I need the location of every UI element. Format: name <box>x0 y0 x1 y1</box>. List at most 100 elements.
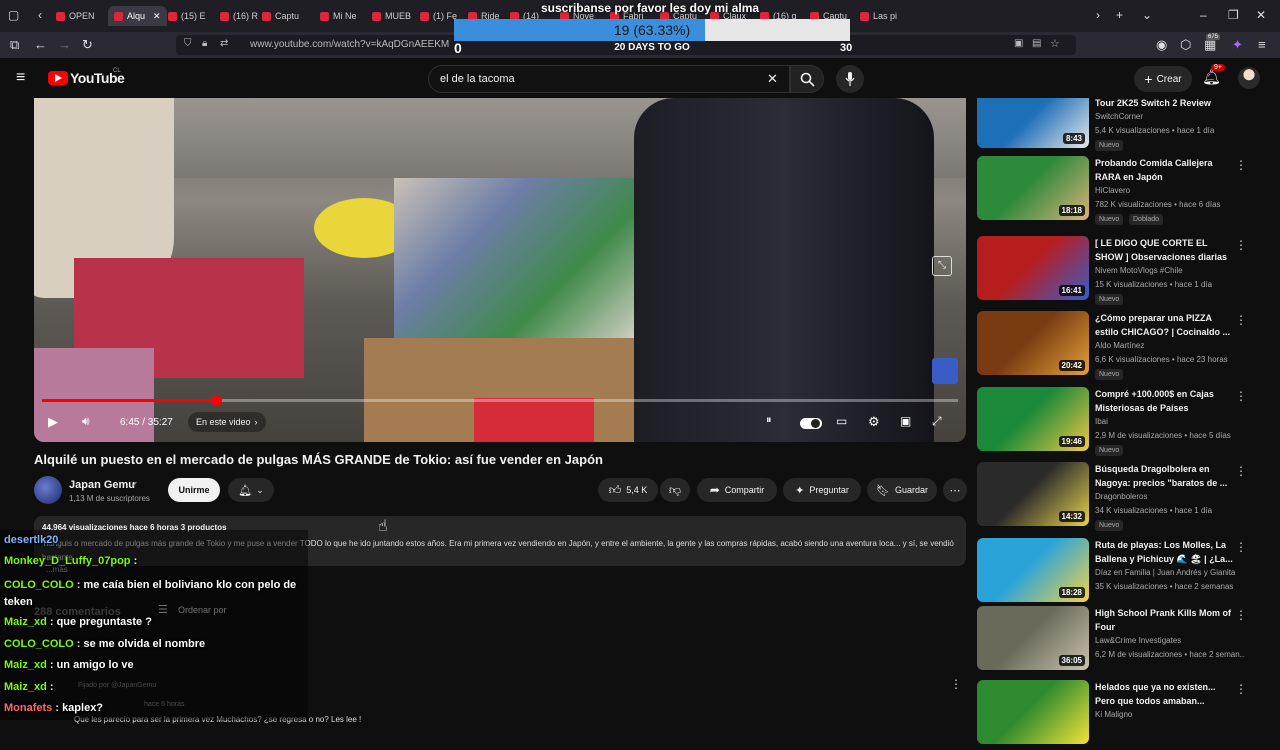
browser-tab[interactable]: (15) E <box>168 6 206 26</box>
browser-tab[interactable]: Mi Ne <box>320 6 357 26</box>
video-thumbnail[interactable]: 14:32 <box>977 462 1089 526</box>
scroll-tabs-left-icon[interactable]: ‹ <box>38 8 42 22</box>
video-thumbnail[interactable]: 16:41 <box>977 236 1089 300</box>
recommended-video-channel[interactable]: Nivem MotoVlogs #Chile <box>1095 266 1183 275</box>
recommended-video-title[interactable]: Probando Comida Callejera RARA en Japón <box>1095 156 1233 184</box>
channel-avatar[interactable] <box>34 476 62 504</box>
video-menu-icon[interactable]: ⋮ <box>1235 238 1247 252</box>
browser-tab[interactable]: Las pi <box>860 6 897 26</box>
video-menu-icon[interactable]: ⋮ <box>1235 158 1247 172</box>
search-button[interactable] <box>790 65 824 93</box>
recommended-video-title[interactable]: Compré +100.000$ en Cajas Misteriosas de… <box>1095 387 1233 415</box>
youtube-logo-icon[interactable] <box>48 71 68 85</box>
ask-button[interactable]: ✦ Preguntar <box>783 478 861 502</box>
recommended-video-channel[interactable]: HiClavero <box>1095 186 1130 195</box>
tab-list-icon[interactable]: ▢ <box>8 8 19 22</box>
back-button-icon[interactable]: ← <box>34 37 47 53</box>
save-button[interactable]: 🔖︎ Guardar <box>867 478 937 502</box>
video-thumbnail[interactable]: 18:28 <box>977 538 1089 602</box>
recommended-video-channel[interactable]: Ibai <box>1095 417 1108 426</box>
video-player[interactable]: ⤡ <box>34 98 966 442</box>
scroll-tabs-right-icon[interactable]: › <box>1096 8 1100 22</box>
recommended-video-channel[interactable]: Ki Maligno <box>1095 710 1132 719</box>
join-button[interactable]: Unirme <box>168 478 220 502</box>
recommended-video-channel[interactable]: Aldo Martínez <box>1095 341 1144 350</box>
dislike-button[interactable]: 👎︎ <box>660 478 690 502</box>
comment-menu-icon[interactable]: ⋮ <box>950 677 962 691</box>
recommended-video-channel[interactable]: Law&Crime Investigates <box>1095 636 1181 645</box>
clear-search-icon[interactable]: ✕ <box>767 71 778 87</box>
video-menu-icon[interactable]: ⋮ <box>1235 464 1247 478</box>
video-progress-scrubber[interactable] <box>211 395 223 406</box>
recommended-video[interactable]: 16:41 [ LE DIGO QUE CORTE EL SHOW ] Obser… <box>977 236 1267 306</box>
chapter-button[interactable]: En este video › <box>188 412 266 432</box>
channel-watermark-avatar[interactable] <box>932 358 958 384</box>
user-avatar[interactable] <box>1238 67 1260 89</box>
recommended-video-title[interactable]: ¿Cómo preparar una PIZZA estilo CHICAGO?… <box>1095 311 1233 339</box>
page-action-icon[interactable]: ▣ <box>1014 38 1023 49</box>
tab-overflow-chevron-icon[interactable]: ⌄ <box>1142 8 1152 22</box>
account-icon[interactable]: ◉ <box>1156 37 1167 53</box>
video-thumbnail[interactable]: 19:46 <box>977 387 1089 451</box>
recommended-video[interactable]: 18:18 Probando Comida Callejera RARA en J… <box>977 156 1267 226</box>
video-menu-icon[interactable]: ⋮ <box>1235 682 1247 696</box>
recommended-video-title[interactable]: Búsqueda Dragolbolera en Nagoya: precios… <box>1095 462 1233 490</box>
search-input[interactable]: el de la tacoma ✕ <box>428 65 790 93</box>
miniplayer-icon[interactable]: ▣ <box>900 414 911 428</box>
extensions-icon[interactable]: ⬡ <box>1180 37 1191 53</box>
recommended-video[interactable]: 8:43 Tour 2K25 Switch 2 Review SwitchCorne… <box>977 92 1267 162</box>
permissions-icon[interactable]: ⇄ <box>220 38 228 49</box>
browser-tab[interactable]: Alqu ✕ <box>108 6 167 26</box>
video-thumbnail[interactable]: 8:43 <box>977 98 1089 148</box>
recommended-video[interactable]: Helados que ya no existen... Pero que to… <box>977 680 1267 750</box>
reload-button-icon[interactable]: ↻ <box>82 37 93 53</box>
extension-purple-icon[interactable]: ✦ <box>1232 37 1243 53</box>
video-menu-icon[interactable]: ⋮ <box>1235 608 1247 622</box>
video-thumbnail[interactable]: 36:05 <box>977 606 1089 670</box>
recommended-video[interactable]: 14:32 Búsqueda Dragolbolera en Nagoya: pr… <box>977 462 1267 532</box>
new-tab-icon[interactable]: + <box>1116 8 1123 22</box>
recommended-video-title[interactable]: Tour 2K25 Switch 2 Review <box>1095 96 1233 110</box>
play-icon[interactable]: ▶ <box>48 414 58 430</box>
video-menu-icon[interactable]: ⋮ <box>1235 313 1247 327</box>
recommended-video-channel[interactable]: Díaz en Familia | Juan Andrés y Gianita <box>1095 568 1235 577</box>
video-thumbnail[interactable]: 20:42 <box>977 311 1089 375</box>
subtitles-icon[interactable]: ▭ <box>836 414 847 428</box>
close-window-icon[interactable]: ✕ <box>1256 8 1266 22</box>
sidebar-toggle-icon[interactable]: ⧉ <box>10 37 19 53</box>
browser-menu-icon[interactable]: ≡ <box>1258 37 1266 53</box>
video-progress-bar[interactable] <box>42 395 958 406</box>
restore-window-icon[interactable]: ❐ <box>1228 8 1239 22</box>
recommended-video-title[interactable]: Ruta de playas: Los Molles, La Ballena y… <box>1095 538 1233 566</box>
bookmark-star-icon[interactable]: ☆ <box>1050 37 1060 50</box>
share-button[interactable]: ➦ Compartir <box>697 478 777 502</box>
browser-tab[interactable]: Captu <box>262 6 299 26</box>
video-menu-icon[interactable]: ⋮ <box>1235 540 1247 554</box>
browser-tab[interactable]: MUEB <box>372 6 411 26</box>
recommended-video-channel[interactable]: SwitchCorner <box>1095 112 1143 121</box>
minimize-window-icon[interactable]: – <box>1200 8 1207 22</box>
hamburger-menu-icon[interactable]: ≡ <box>16 69 25 87</box>
forward-button-icon[interactable]: → <box>58 37 71 53</box>
video-menu-icon[interactable]: ⋮ <box>1235 389 1247 403</box>
recommended-video-title[interactable]: [ LE DIGO QUE CORTE EL SHOW ] Observacio… <box>1095 236 1233 264</box>
settings-gear-icon[interactable]: ⚙ <box>868 414 880 430</box>
browser-tab[interactable]: (16) R <box>220 6 258 26</box>
recommended-video[interactable]: 36:05 High School Prank Kills Mom of Four… <box>977 606 1267 676</box>
autoplay-pause-icon[interactable]: ⏸︎ <box>766 414 772 427</box>
video-thumbnail[interactable]: 18:18 <box>977 156 1089 220</box>
reader-view-icon[interactable]: ▤ <box>1032 38 1041 49</box>
recommended-video-channel[interactable]: Dragonboleros <box>1095 492 1147 501</box>
url-text[interactable]: www.youtube.com/watch?v=kAqDGnAEEKM <box>250 39 449 50</box>
browser-tab[interactable]: (1) Fe <box>420 6 457 26</box>
fullscreen-icon[interactable]: ⤢ <box>932 414 942 429</box>
recommended-video[interactable]: 18:28 Ruta de playas: Los Molles, La Ball… <box>977 538 1267 608</box>
channel-name[interactable]: Japan Gemu <box>69 479 135 491</box>
recommended-video[interactable]: 19:46 Compré +100.000$ en Cajas Misterios… <box>977 387 1267 457</box>
recommended-video[interactable]: 20:42 ¿Cómo preparar una PIZZA estilo CHI… <box>977 311 1267 381</box>
autoplay-toggle[interactable] <box>800 418 822 429</box>
subscription-bell-button[interactable]: 🔔︎ ⌄ <box>228 478 274 502</box>
lock-icon[interactable]: 🔒︎ <box>202 38 207 49</box>
shield-icon[interactable]: ⛉ <box>184 38 192 49</box>
more-actions-button[interactable]: ⋯ <box>943 478 967 502</box>
